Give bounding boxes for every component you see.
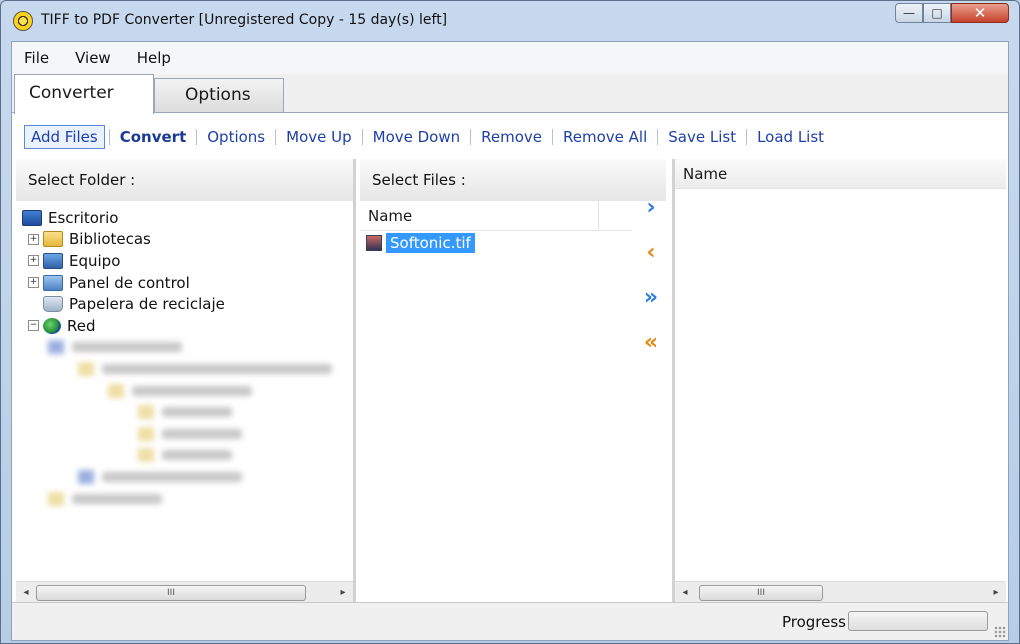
tree-item-red[interactable]: − Red [22,315,353,337]
remove-selected-arrow-icon[interactable]: ‹ [634,240,668,265]
convert-button[interactable]: Convert [114,126,193,148]
file-list[interactable]: Name Softonic.tif [360,200,632,253]
tree-item-label: Escritorio [48,208,119,227]
resize-grip-icon[interactable] [994,626,1006,638]
progress-label: Progress [781,613,846,631]
converter-panel: Add Files Convert Options Move Up Move D… [12,112,1008,603]
toolbar-divider [275,129,277,145]
scroll-right-icon[interactable]: ▸ [333,587,353,598]
files-panel-header: Select Files : [360,159,666,201]
minimize-button[interactable]: — [895,3,923,23]
app-logo-icon [13,11,33,31]
remove-button[interactable]: Remove [475,126,548,148]
toolbar-divider [470,129,472,145]
obscured-subtree [22,337,353,510]
tree-item-equipo[interactable]: + Equipo [22,250,353,272]
expand-icon[interactable]: + [28,255,39,267]
recycle-bin-icon [43,296,63,313]
folder-panel-header: Select Folder : [16,159,353,201]
save-list-button[interactable]: Save List [662,126,742,148]
add-selected-arrow-icon[interactable]: › [634,195,668,220]
computer-icon [43,252,63,269]
tree-item-label: Bibliotecas [69,230,151,249]
tab-strip: Converter Options [12,74,1008,114]
toolbar-divider [746,129,748,145]
menu-help[interactable]: Help [137,49,171,67]
scroll-left-icon[interactable]: ◂ [16,587,36,598]
progress-bar [848,611,988,631]
output-horizontal-scrollbar[interactable]: ◂ III ▸ [675,581,1006,603]
output-panel: Name ◂ III ▸ [672,159,1006,603]
tree-item-bibliotecas[interactable]: + Bibliotecas [22,229,353,251]
transfer-buttons: › ‹ » « [634,195,668,475]
expand-icon[interactable]: + [28,233,39,245]
toolbar-divider [196,129,198,145]
tree-item-escritorio[interactable]: Escritorio [22,207,353,229]
expand-icon[interactable]: + [28,277,39,289]
options-button[interactable]: Options [201,126,271,148]
file-list-column-name[interactable]: Name [360,200,632,231]
toolbar-divider [552,129,554,145]
tree-item-panel-de-control[interactable]: + Panel de control [22,272,353,294]
load-list-button[interactable]: Load List [751,126,830,148]
menu-view[interactable]: View [75,49,111,67]
window-controls: — □ ✕ [895,3,1009,23]
files-panel: Select Files : Name Softonic.tif [360,159,666,603]
scroll-right-icon[interactable]: ▸ [986,587,1006,598]
tab-options[interactable]: Options [154,78,284,112]
maximize-button[interactable]: □ [923,3,951,23]
tree-item-label: Equipo [69,251,121,270]
toolbar: Add Files Convert Options Move Up Move D… [24,123,830,151]
toolbar-divider [657,129,659,145]
folder-horizontal-scrollbar[interactable]: ◂ III ▸ [16,581,353,603]
tree-item-label: Panel de control [69,273,190,292]
scroll-left-icon[interactable]: ◂ [675,587,695,598]
folder-tree[interactable]: Escritorio + Bibliotecas + Equipo + Pane… [16,201,353,509]
move-up-button[interactable]: Move Up [280,126,358,148]
network-icon [43,317,61,334]
folder-panel: Select Folder : Escritorio + Bibliotecas… [16,159,356,603]
tiff-file-icon [366,235,382,251]
close-button[interactable]: ✕ [951,3,1009,23]
add-files-button[interactable]: Add Files [24,125,105,149]
desktop-icon [22,209,42,226]
library-folder-icon [43,231,63,248]
add-all-arrow-icon[interactable]: » [634,285,668,310]
menu-bar: File View Help [12,42,1008,74]
move-down-button[interactable]: Move Down [367,126,467,148]
tree-item-label: Red [67,316,96,335]
window-title: TIFF to PDF Converter [Unregistered Copy… [41,12,448,28]
client-area: File View Help Converter Options Add Fil… [11,41,1009,641]
toolbar-divider [361,129,363,145]
control-panel-icon [43,274,63,291]
tree-item-papelera[interactable]: Papelera de reciclaje [22,293,353,315]
file-name: Softonic.tif [386,233,475,253]
output-list-column-name[interactable]: Name [675,159,1006,189]
app-window: TIFF to PDF Converter [Unregistered Copy… [0,0,1020,644]
file-row[interactable]: Softonic.tif [360,231,632,253]
remove-all-button[interactable]: Remove All [557,126,653,148]
tab-converter[interactable]: Converter [14,74,154,114]
column-header-label: Name [368,206,413,225]
column-header-label: Name [683,164,728,183]
status-bar: Progress [12,602,1008,640]
title-bar[interactable]: TIFF to PDF Converter [Unregistered Copy… [1,1,1019,41]
menu-file[interactable]: File [24,49,49,67]
collapse-icon[interactable]: − [28,320,39,332]
scroll-thumb[interactable]: III [699,584,823,601]
scroll-thumb[interactable]: III [36,584,306,601]
tree-item-label: Papelera de reciclaje [69,295,225,314]
column-divider [598,200,632,231]
toolbar-divider [108,129,110,145]
remove-all-arrow-icon[interactable]: « [634,330,668,355]
